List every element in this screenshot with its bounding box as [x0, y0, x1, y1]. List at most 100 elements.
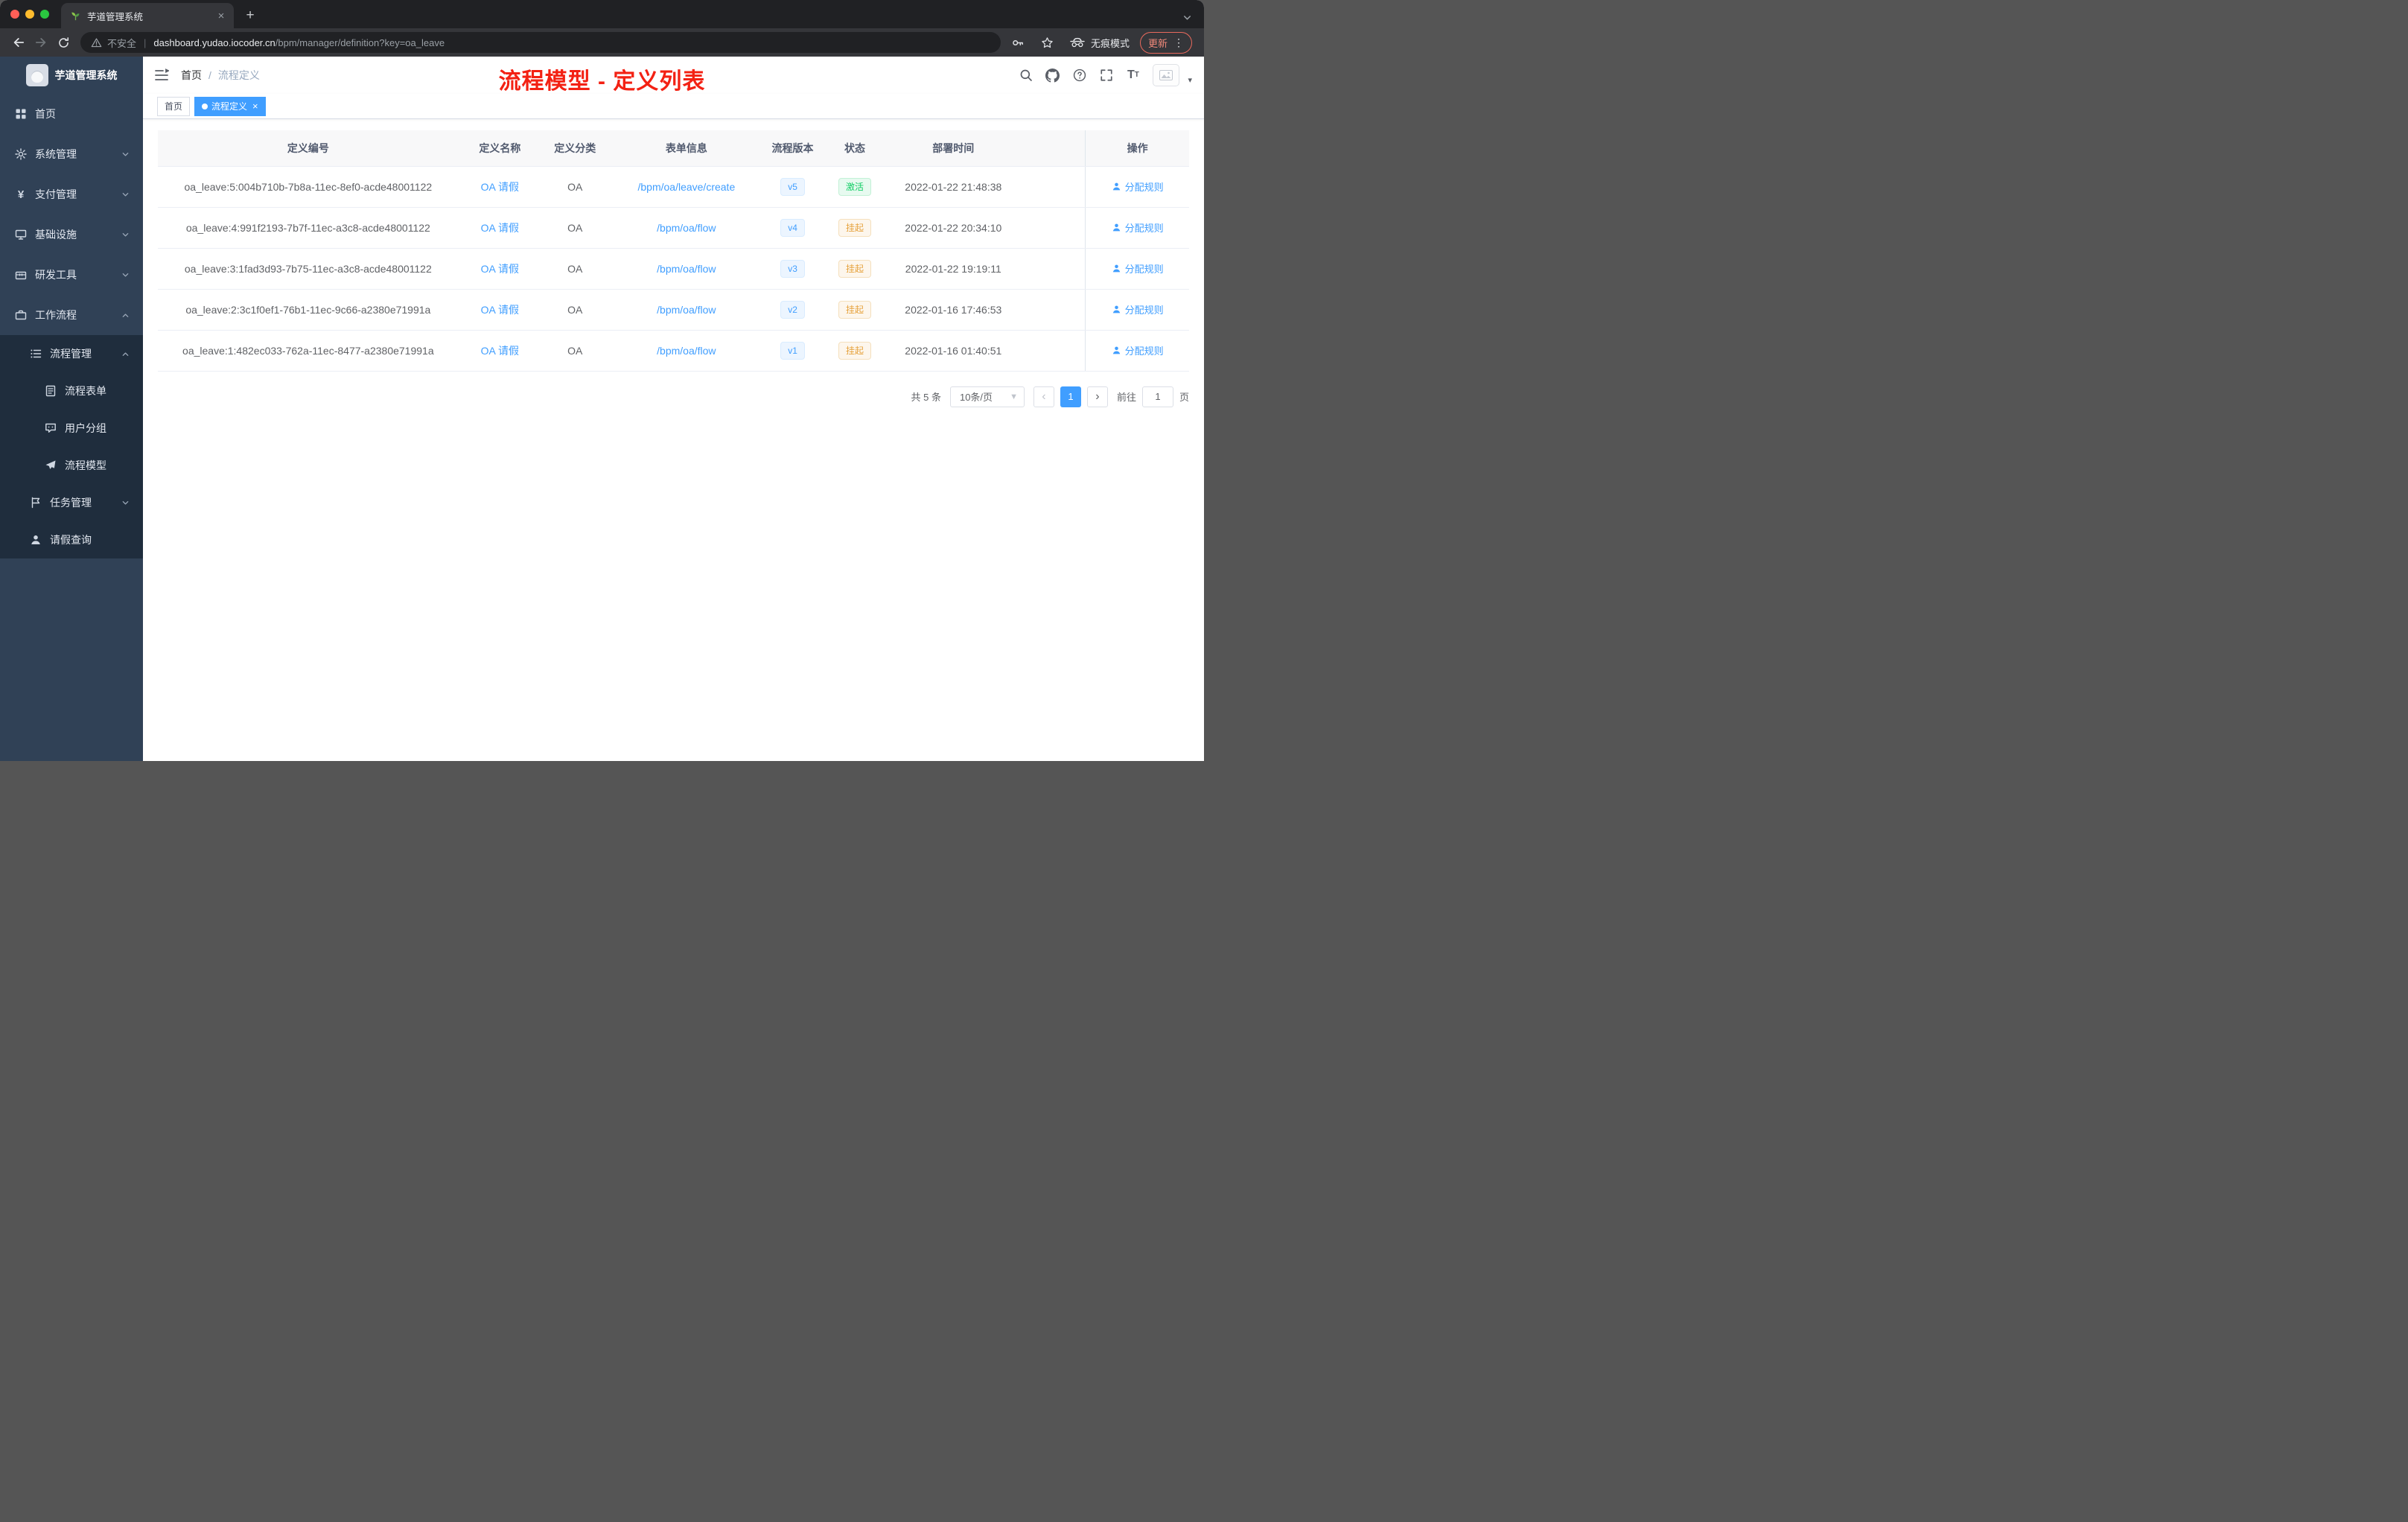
- avatar-caret-icon[interactable]: ▾: [1188, 75, 1192, 86]
- close-window-button[interactable]: [10, 10, 19, 19]
- assign-rule-label: 分配规则: [1124, 346, 1164, 357]
- password-key-button[interactable]: [1007, 31, 1029, 54]
- sidebar-item-process-form[interactable]: 流程表单: [0, 372, 143, 410]
- table-row[interactable]: oa_leave:1:482ec033-762a-11ec-8477-a2380…: [158, 330, 1189, 372]
- sidebar-item-infrastructure[interactable]: 基础设施: [0, 214, 143, 255]
- definition-name-link[interactable]: OA 请假: [481, 222, 519, 234]
- status-badge: 挂起: [838, 341, 872, 360]
- browser-tab[interactable]: 芋道管理系统 ×: [61, 3, 234, 28]
- definition-id: oa_leave:1:482ec033-762a-11ec-8477-a2380…: [158, 330, 459, 372]
- navbar-right-icons: TT ▾: [1019, 64, 1192, 86]
- form-link[interactable]: /bpm/oa/leave/create: [637, 181, 735, 193]
- paper-plane-icon: [45, 460, 56, 469]
- assign-rule-label: 分配规则: [1124, 305, 1164, 316]
- tag-process-definition[interactable]: 流程定义 ×: [194, 96, 266, 116]
- screenshot-root: 芋道管理系统 × + 不安全 | dashboard.yudao.iocoder…: [0, 0, 1204, 761]
- sidebar-item-user-group[interactable]: 用户分组: [0, 410, 143, 447]
- help-button[interactable]: [1072, 69, 1086, 83]
- browser-update-button[interactable]: 更新 ⋮: [1139, 31, 1192, 54]
- form-link[interactable]: /bpm/oa/flow: [657, 345, 716, 357]
- definition-name-link[interactable]: OA 请假: [481, 345, 519, 357]
- assign-rule-link[interactable]: 分配规则: [1112, 179, 1164, 194]
- back-button[interactable]: [7, 31, 30, 54]
- avatar[interactable]: [1153, 64, 1180, 86]
- assign-rule-link[interactable]: 分配规则: [1112, 220, 1164, 235]
- next-page-button[interactable]: ›: [1086, 386, 1108, 407]
- sidebar-item-process-management[interactable]: 流程管理: [0, 335, 143, 372]
- page-number-button[interactable]: 1: [1060, 386, 1081, 407]
- sidebar-item-label: 研发工具: [35, 269, 77, 281]
- sidebar-item-payment[interactable]: ¥ 支付管理: [0, 174, 143, 214]
- sidebar-collapse-icon[interactable]: [154, 68, 169, 83]
- github-button[interactable]: [1045, 68, 1060, 83]
- definition-id: oa_leave:4:991f2193-7b7f-11ec-a3c8-acde4…: [158, 207, 459, 249]
- user-group-icon: [45, 423, 56, 433]
- bookmark-star-button[interactable]: [1036, 31, 1059, 54]
- minimize-window-button[interactable]: [25, 10, 34, 19]
- breadcrumb-home[interactable]: 首页: [181, 68, 202, 83]
- forward-arrow-icon: [35, 38, 46, 47]
- sidebar-item-home[interactable]: 首页: [0, 94, 143, 134]
- sidebar-item-workflow[interactable]: 工作流程: [0, 295, 143, 335]
- fullscreen-button[interactable]: [1099, 69, 1113, 83]
- sidebar-item-dev-tools[interactable]: 研发工具: [0, 255, 143, 295]
- table-row[interactable]: oa_leave:2:3c1f0ef1-76b1-11ec-9c66-a2380…: [158, 289, 1189, 331]
- browser-menu-icon[interactable]: ⋮: [1173, 36, 1184, 49]
- status-badge: 挂起: [838, 218, 872, 237]
- reload-icon: [58, 36, 69, 48]
- assign-rule-link[interactable]: 分配规则: [1112, 343, 1164, 357]
- sidebar-item-process-model[interactable]: 流程模型: [0, 447, 143, 484]
- form-link[interactable]: /bpm/oa/flow: [657, 304, 716, 316]
- tag-close-icon[interactable]: ×: [252, 101, 258, 111]
- zoom-window-button[interactable]: [40, 10, 49, 19]
- toolbox-icon: [15, 271, 27, 280]
- avatar-image-icon: [1159, 70, 1173, 80]
- font-size-button[interactable]: TT: [1126, 69, 1140, 83]
- assign-rule-link[interactable]: 分配规则: [1112, 302, 1164, 316]
- definition-name-link[interactable]: OA 请假: [481, 304, 519, 316]
- tags-view: 首页 流程定义 ×: [143, 94, 1204, 119]
- dashboard-icon: [16, 109, 26, 119]
- prev-page-button[interactable]: ‹: [1033, 386, 1054, 407]
- address-bar[interactable]: 不安全 | dashboard.yudao.iocoder.cn/bpm/man…: [80, 32, 1001, 53]
- version-badge: v1: [780, 341, 805, 360]
- table-row[interactable]: oa_leave:5:004b710b-7b8a-11ec-8ef0-acde4…: [158, 166, 1189, 208]
- col-definition-id: 定义编号: [158, 130, 459, 167]
- definition-name-link[interactable]: OA 请假: [481, 263, 519, 275]
- person-icon: [1112, 346, 1120, 354]
- sidebar-item-leave-query[interactable]: 请假查询: [0, 521, 143, 558]
- table-row[interactable]: oa_leave:3:1fad3d93-7b75-11ec-a3c8-acde4…: [158, 248, 1189, 290]
- page-size-select[interactable]: 10条/页 ▼: [949, 386, 1025, 407]
- tab-search-chevron-icon[interactable]: [1182, 13, 1192, 22]
- forward-button[interactable]: [30, 31, 52, 54]
- spacer-cell: [1018, 330, 1086, 372]
- sidebar-item-label: 任务管理: [50, 497, 92, 509]
- chevron-up-icon: [122, 351, 129, 356]
- chevron-down-icon: [122, 273, 129, 277]
- sidebar-item-label: 支付管理: [35, 188, 77, 200]
- tab-close-icon[interactable]: ×: [214, 9, 228, 22]
- goto-page-input[interactable]: [1141, 386, 1173, 407]
- content-area: 定义编号 定义名称 定义分类 表单信息 流程版本 状态 部署时间 操作 oa_l…: [143, 119, 1204, 761]
- sidebar: 芋道管理系统 首页 系统管理 ¥ 支付管理 基础设施 研发工具 工作流程 流程管…: [0, 57, 143, 761]
- col-deploy-time: 部署时间: [888, 130, 1019, 167]
- incognito-label: 无痕模式: [1090, 37, 1130, 49]
- tag-home[interactable]: 首页: [157, 96, 191, 116]
- browser-toolbar: 不安全 | dashboard.yudao.iocoder.cn/bpm/man…: [0, 28, 1204, 57]
- form-link[interactable]: /bpm/oa/flow: [657, 222, 716, 234]
- sidebar-item-label: 基础设施: [35, 229, 77, 241]
- sidebar-menu: 首页 系统管理 ¥ 支付管理 基础设施 研发工具 工作流程 流程管理 流程表单 …: [0, 94, 143, 761]
- col-definition-category: 定义分类: [541, 130, 609, 167]
- sidebar-item-system[interactable]: 系统管理: [0, 134, 143, 174]
- assign-rule-link[interactable]: 分配规则: [1112, 261, 1164, 276]
- window-controls: [0, 0, 61, 28]
- search-button[interactable]: [1019, 69, 1033, 83]
- form-link[interactable]: /bpm/oa/flow: [657, 263, 716, 275]
- new-tab-button[interactable]: +: [240, 5, 261, 26]
- reload-button[interactable]: [52, 31, 74, 54]
- table-row[interactable]: oa_leave:4:991f2193-7b7f-11ec-a3c8-acde4…: [158, 207, 1189, 249]
- star-icon: [1042, 36, 1054, 48]
- definition-name-link[interactable]: OA 请假: [481, 181, 519, 193]
- sidebar-item-label: 流程模型: [65, 459, 106, 471]
- sidebar-item-task-management[interactable]: 任务管理: [0, 484, 143, 521]
